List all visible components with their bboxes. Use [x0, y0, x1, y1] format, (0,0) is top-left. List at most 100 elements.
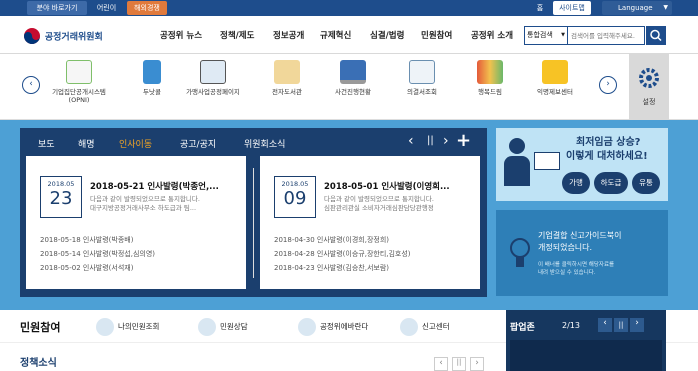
logo-text: 공정거래위원회: [44, 32, 103, 43]
suggestion-link[interactable]: 공정위에바란다: [298, 318, 368, 336]
quick-menu: ‹ 기업집단공개시스템 (OPNI) 두낫콜 가맹사업공정페이지 전자도서관 사…: [0, 54, 698, 120]
nav-law[interactable]: 심결/법령: [370, 29, 404, 41]
date-day: 23: [49, 188, 73, 209]
quick-prev-button[interactable]: ‹: [22, 76, 40, 94]
card-desc-line: 심판관리관실 소비자거래심판담당관행정: [324, 204, 434, 212]
civil-title: 민원참여: [20, 321, 61, 334]
tab-press[interactable]: 보도: [38, 137, 55, 150]
nav-about[interactable]: 공정위 소개: [471, 29, 513, 41]
settings-button[interactable]: 설정: [629, 54, 669, 120]
search-button[interactable]: [646, 26, 666, 45]
nav-regulation[interactable]: 규제혁신: [320, 29, 351, 41]
gear-icon: [639, 68, 659, 88]
quick-item-case-status[interactable]: 사건진행현황: [318, 60, 388, 96]
popup-pause-button[interactable]: ||: [614, 318, 628, 332]
civil-item-label: 나의민원조회: [118, 322, 160, 331]
quick-item-anonymous[interactable]: 익명제보센터: [520, 60, 590, 96]
shortcuts-button[interactable]: 분야 바로가기: [27, 1, 87, 15]
chart-graphic-icon: [534, 152, 560, 170]
top-utility-bar: 분야 바로가기 어린이 해외경쟁 홈 사이트맵 Language ▼: [0, 0, 698, 16]
news-panel: 보도 해명 인사이동 공고/공지 위원회소식 ‹ || › + 2018.05 …: [20, 128, 487, 297]
english-link[interactable]: 해외경쟁: [127, 1, 167, 15]
tab-notice[interactable]: 공고/공지: [180, 137, 216, 150]
news-pause-button[interactable]: ||: [427, 135, 434, 146]
open-book-icon: [274, 60, 300, 84]
distribution-button[interactable]: 유통: [632, 172, 660, 194]
tab-personnel[interactable]: 인사이동: [119, 137, 152, 150]
news-prev-button[interactable]: ‹: [408, 133, 414, 149]
taegeuk-icon: [24, 28, 40, 44]
nav-disclosure[interactable]: 정보공개: [273, 29, 304, 41]
chevron-down-icon: ▼: [663, 4, 668, 11]
date-day: 09: [283, 188, 307, 209]
merger-guide-banner[interactable]: 기업결합 신고가이드북이 개정되었습니다. 이 배너를 클릭하시면 해당자료를 …: [496, 210, 668, 296]
date-ym: 2018.05: [281, 180, 309, 188]
nav-civil[interactable]: 민원참여: [421, 29, 452, 41]
franchise-button[interactable]: 가맹: [562, 172, 590, 194]
popup-content[interactable]: [510, 340, 662, 371]
card-title: 2018-05-01 인사발령(이영희...: [324, 182, 450, 192]
quick-item-happy-dream[interactable]: 행복드림: [455, 60, 525, 96]
logo[interactable]: 공정거래위원회: [22, 26, 103, 46]
settings-label: 설정: [642, 98, 656, 106]
quick-item-label: 가맹사업공정페이지: [186, 88, 240, 96]
quick-item-label: 익명제보센터: [537, 88, 573, 96]
search-scope-select[interactable]: 통합검색 ▼: [524, 26, 568, 45]
news-next-button[interactable]: ›: [443, 133, 449, 149]
sitemap-link[interactable]: 사이트맵: [553, 1, 591, 15]
popup-counter: 2/13: [562, 321, 580, 330]
monitor-icon: [66, 60, 92, 84]
policy-pause-button[interactable]: ||: [452, 357, 466, 371]
list-item[interactable]: 2018-05-18 인사발령(박종배): [40, 235, 133, 245]
consult-link[interactable]: 민원상담: [198, 318, 248, 336]
nav-news[interactable]: 공정위 뉴스: [160, 29, 202, 41]
popup-zone: 팝업존 2/13 ‹ || ›: [506, 310, 666, 371]
list-item[interactable]: 2018-04-23 인사발령(김승찬,서보람): [274, 263, 389, 273]
display-icon: [200, 60, 226, 84]
quick-item-donotcall[interactable]: 두낫콜: [117, 60, 187, 96]
subcontract-button[interactable]: 하도급: [594, 172, 628, 194]
list-item[interactable]: 2018-04-30 인사발령(이경희,장정희): [274, 235, 389, 245]
book-icon: [143, 60, 161, 84]
policy-next-button[interactable]: ›: [470, 357, 484, 371]
person-icon: [96, 318, 114, 336]
report-center-link[interactable]: 신고센터: [400, 318, 450, 336]
quick-item-library[interactable]: 전자도서관: [252, 60, 322, 96]
list-item[interactable]: 2018-05-14 인사발령(박정섭,심의영): [40, 249, 155, 259]
card-title: 2018-05-21 인사발령(박종언,...: [90, 182, 219, 192]
home-link[interactable]: 홈: [532, 1, 548, 15]
lightbulb-icon: [510, 238, 530, 267]
banner2-line1: 기업결합 신고가이드북이: [538, 231, 622, 240]
quick-item-opni[interactable]: 기업집단공개시스템 (OPNI): [44, 60, 114, 104]
laptop-icon: [340, 60, 366, 84]
quick-item-label: 행복드림: [478, 88, 502, 96]
civil-item-label: 민원상담: [220, 322, 248, 331]
quick-next-button[interactable]: ›: [599, 76, 617, 94]
popup-next-button[interactable]: ›: [630, 318, 644, 332]
banner2-line2: 개정되었습니다.: [538, 243, 593, 252]
list-item[interactable]: 2018-04-28 인사발령(이승규,장한티,김호성): [274, 249, 411, 259]
tab-committee[interactable]: 위원회소식: [244, 137, 285, 150]
kids-link[interactable]: 어린이: [90, 1, 123, 15]
tab-explain[interactable]: 해명: [78, 137, 95, 150]
card-divider: [253, 168, 254, 278]
popup-title: 팝업존: [510, 323, 535, 333]
policy-prev-button[interactable]: ‹: [434, 357, 448, 371]
language-select[interactable]: Language ▼: [602, 1, 672, 15]
quick-item-label: 기업집단공개시스템 (OPNI): [52, 88, 106, 104]
news-more-button[interactable]: +: [456, 130, 471, 151]
quick-item-franchise[interactable]: 가맹사업공정페이지: [178, 60, 248, 96]
quick-item-label: 전자도서관: [272, 88, 302, 96]
quick-item-label: 두낫콜: [143, 88, 161, 96]
search-input[interactable]: [567, 26, 645, 45]
my-complaint-link[interactable]: 나의민원조회: [96, 318, 159, 336]
language-label: Language: [618, 4, 653, 12]
quick-item-decision[interactable]: 의결서조회: [387, 60, 457, 96]
popup-prev-button[interactable]: ‹: [598, 318, 612, 332]
person-icon: [477, 60, 503, 84]
banner-figure-icon: [504, 138, 530, 188]
list-item[interactable]: 2018-05-02 인사발령(서석재): [40, 263, 133, 273]
card-desc-line: 대구지방공정거래사무소 하도급과 팀...: [90, 204, 197, 212]
minimum-wage-banner[interactable]: 최저임금 상승? 이렇게 대처하세요! 가맹 하도급 유통: [496, 128, 668, 201]
nav-policy[interactable]: 정책/제도: [220, 29, 254, 41]
